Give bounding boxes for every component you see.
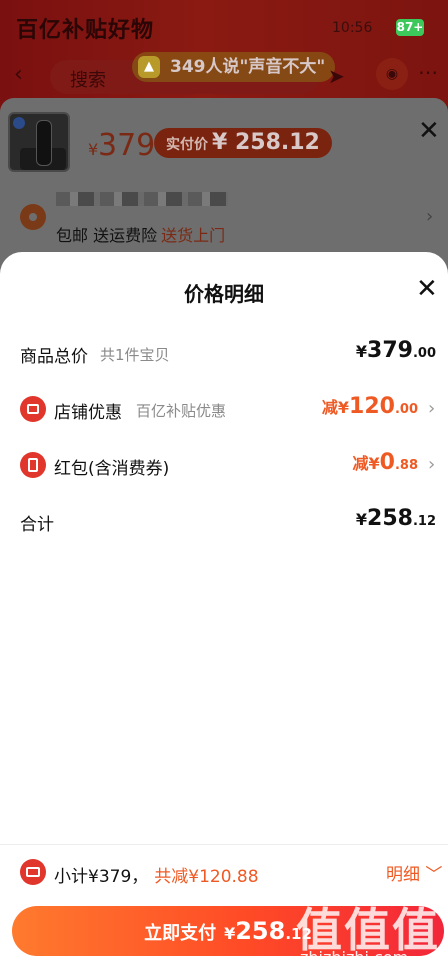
- total-discount: 共减¥120.88: [154, 867, 259, 887]
- subtotal-summary: 小计¥379， 共减¥120.88: [54, 862, 259, 887]
- review-toast: ▲ 349人说"声音不大": [132, 52, 336, 82]
- cart-icon[interactable]: ◉: [376, 58, 408, 90]
- chevron-right-icon: ›: [428, 454, 436, 475]
- row-label: 红包(含消费券): [54, 459, 170, 479]
- sheet-title: 价格明细: [184, 282, 264, 306]
- delivery-highlight: 送货上门: [161, 226, 226, 245]
- share-icon[interactable]: ➤: [328, 64, 345, 88]
- divider: [0, 844, 448, 845]
- brand-logo-icon: [13, 117, 25, 129]
- back-icon[interactable]: ‹: [14, 62, 23, 87]
- chevron-right-icon[interactable]: ›: [426, 206, 433, 227]
- product-thumbnail: [8, 112, 70, 172]
- pay-label: 立即支付: [144, 923, 217, 944]
- battery-indicator: 87+: [396, 19, 424, 36]
- toast-text: 人说"声音不大": [205, 57, 326, 77]
- coupon-icon: [20, 859, 46, 885]
- close-icon[interactable]: ✕: [418, 118, 440, 144]
- actual-price-badge: 实付价 ¥ 258.12: [154, 128, 332, 158]
- row-shop-discount[interactable]: 店铺优惠 百亿补贴优惠 减¥120.00 ›: [0, 390, 448, 430]
- status-time: 10:56: [332, 20, 373, 36]
- row-label: 店铺优惠: [54, 403, 122, 423]
- shop-discount-icon: [20, 396, 46, 422]
- price-detail-sheet: 价格明细 ✕ 商品总价 共1件宝贝 ¥379.00 店铺优惠 百亿补贴优惠 减¥…: [0, 252, 448, 977]
- actual-price-value: ¥ 258.12: [212, 130, 320, 155]
- row-amount: ¥379.00: [355, 338, 436, 363]
- pay-amount-int: 258: [235, 917, 286, 945]
- shipping-text: 包邮 送运费险: [56, 226, 158, 245]
- subtotal-text: 小计¥379，: [54, 867, 149, 887]
- row-goods-total: 商品总价 共1件宝贝 ¥379.00: [0, 334, 448, 374]
- thumbs-icon: ▲: [138, 56, 160, 78]
- more-icon[interactable]: ⋯: [418, 60, 438, 84]
- row-label: 合计: [20, 515, 54, 535]
- watermark-url: zhizhizhi.com: [300, 948, 409, 967]
- detail-toggle[interactable]: 明细 ﹀: [386, 860, 442, 885]
- actual-price-label: 实付价: [166, 137, 208, 153]
- price-currency: ¥: [88, 140, 99, 159]
- pay-currency: ¥: [224, 924, 236, 943]
- row-red-packet[interactable]: 红包(含消费券) 减¥0.88 ›: [0, 446, 448, 486]
- product-price: 379: [98, 128, 156, 163]
- chevron-right-icon: ›: [428, 398, 436, 419]
- row-amount: 减¥0.88: [352, 450, 418, 475]
- row-sub: 百亿补贴优惠: [136, 402, 227, 420]
- row-label: 商品总价: [20, 347, 88, 367]
- status-title: 百亿补贴好物: [16, 18, 155, 43]
- shaver-image: [36, 120, 52, 166]
- row-total: 合计 ¥258.12: [0, 502, 448, 542]
- search-text: 搜索: [70, 70, 106, 91]
- location-icon: [20, 204, 46, 230]
- row-amount: ¥258.12: [355, 506, 436, 531]
- red-packet-icon: [20, 452, 46, 478]
- toast-count: 349: [170, 57, 206, 77]
- row-amount: 减¥120.00: [321, 394, 418, 419]
- shipping-services[interactable]: 包邮 送运费险 送货上门: [56, 222, 225, 246]
- close-icon[interactable]: ✕: [416, 276, 438, 302]
- row-sub: 共1件宝贝: [100, 346, 170, 364]
- address-blurred: [56, 192, 228, 206]
